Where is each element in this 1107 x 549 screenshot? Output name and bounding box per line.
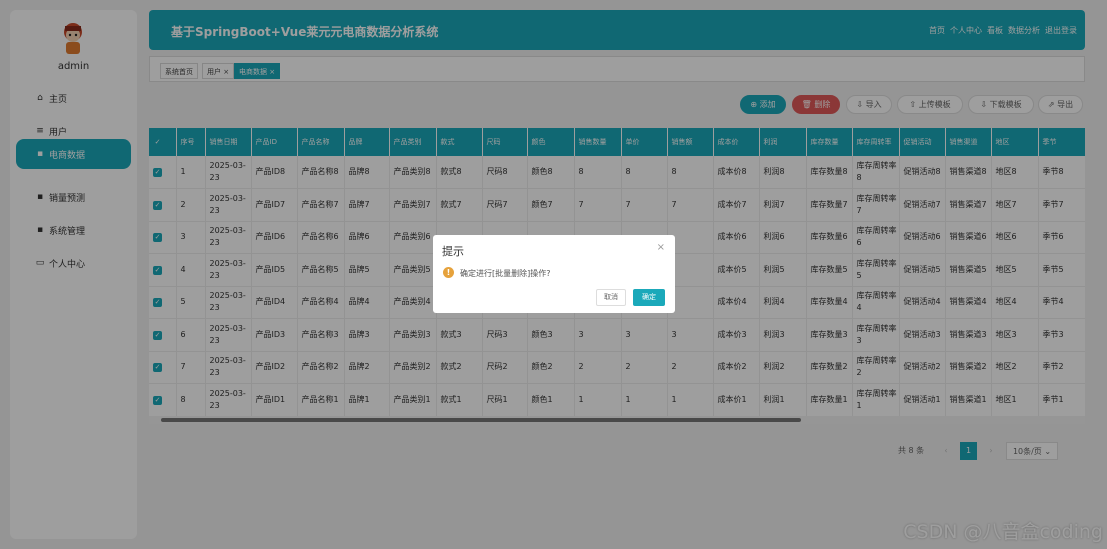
dialog-message: 确定进行[批量删除]操作? xyxy=(460,269,551,278)
dialog-title: 提示 xyxy=(442,245,464,258)
cancel-button[interactable]: 取消 xyxy=(596,289,626,306)
close-icon[interactable]: × xyxy=(657,242,665,253)
confirm-button[interactable]: 确定 xyxy=(633,289,665,306)
warning-icon: ! xyxy=(443,267,454,278)
confirm-dialog: 提示 × ! 确定进行[批量删除]操作? 取消 确定 xyxy=(433,235,675,313)
